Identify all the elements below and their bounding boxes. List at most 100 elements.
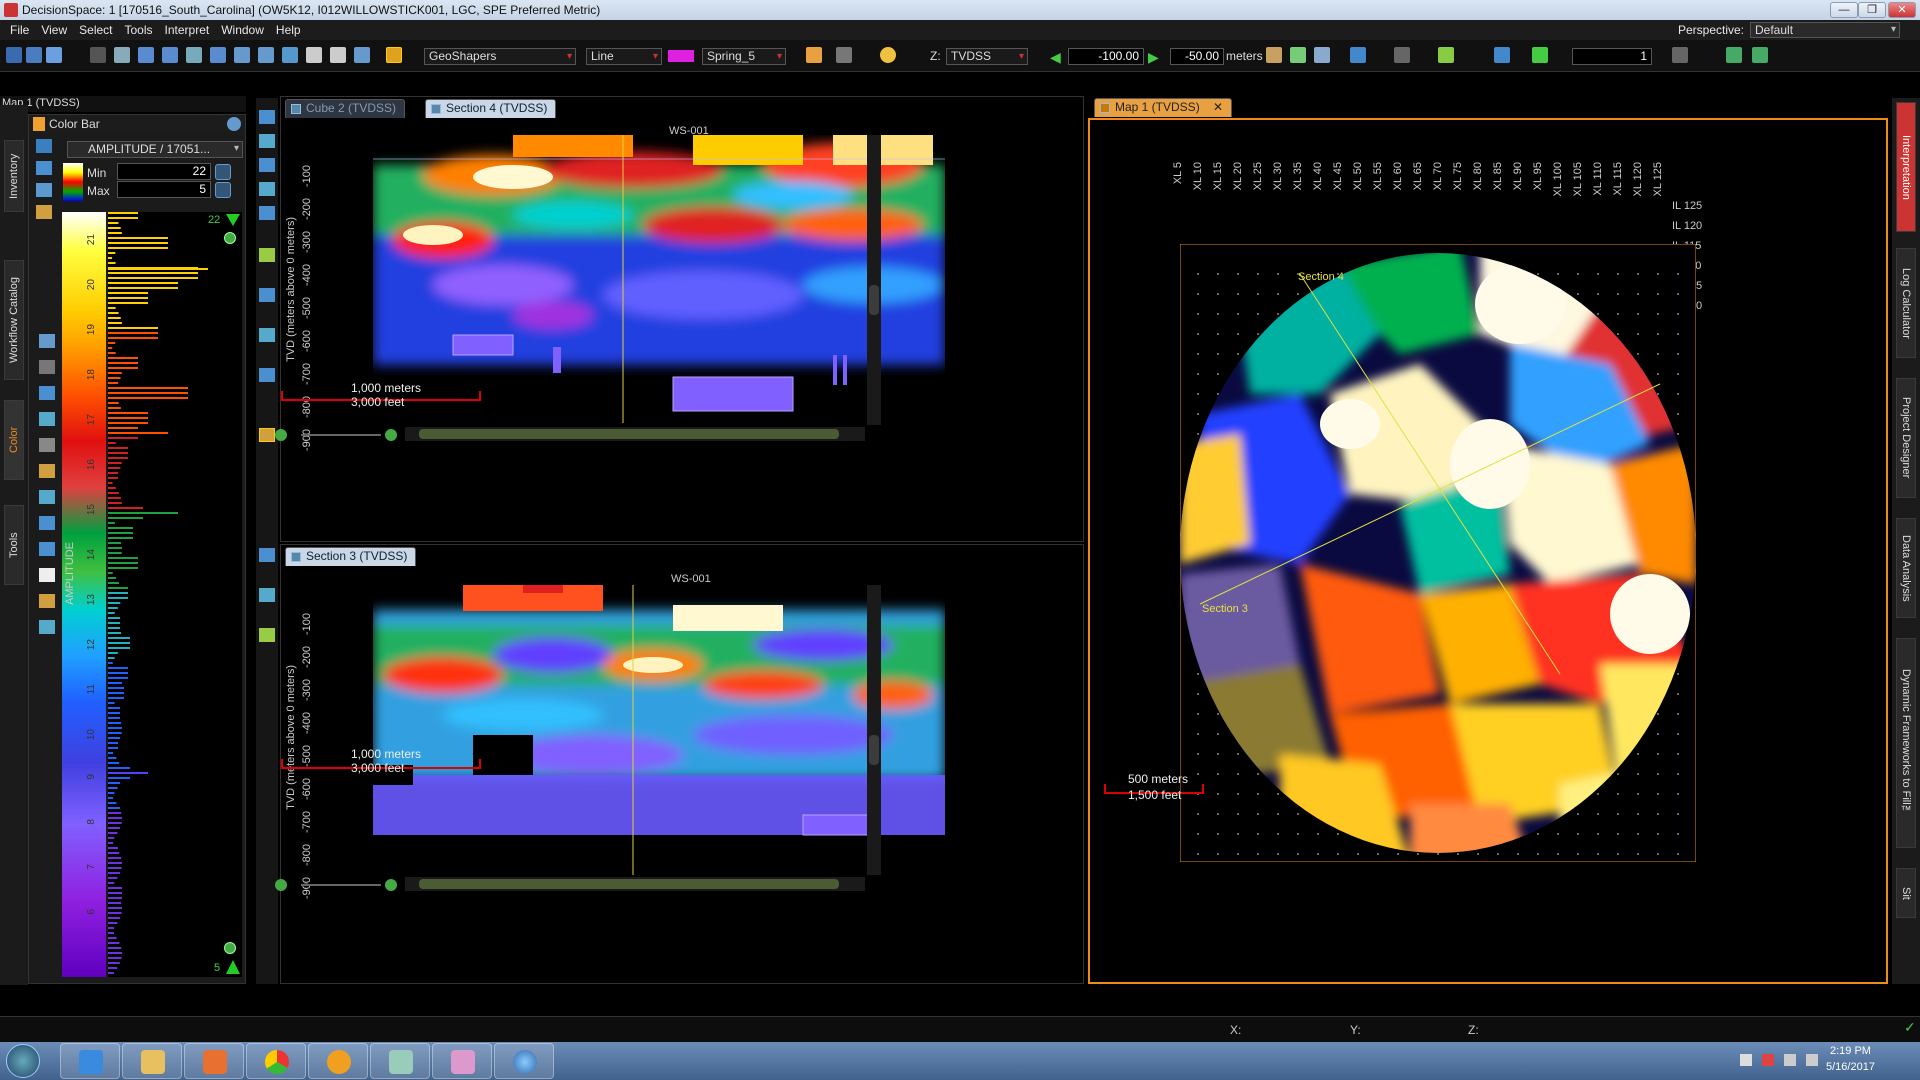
menu-help[interactable]: Help — [270, 23, 307, 37]
max-field[interactable]: 5 — [117, 181, 211, 198]
close-button[interactable]: ✕ — [1888, 2, 1916, 18]
taskbar-app5[interactable] — [308, 1043, 368, 1079]
zoom-in-icon[interactable] — [224, 232, 236, 244]
value-field[interactable]: 1 — [1572, 48, 1652, 65]
tool-icon[interactable] — [39, 334, 55, 348]
tab-section4[interactable]: Section 4 (TVDSS) — [425, 99, 557, 118]
bookmark-icon[interactable] — [1350, 47, 1366, 63]
tab-workflow-catalog[interactable]: Workflow Catalog — [4, 260, 24, 380]
tool-icon[interactable] — [330, 47, 346, 63]
tool-icon[interactable] — [138, 47, 154, 63]
taskbar-app6[interactable] — [370, 1043, 430, 1079]
tool-icon[interactable] — [39, 568, 55, 582]
menu-select[interactable]: Select — [73, 23, 118, 37]
menu-tools[interactable]: Tools — [119, 23, 159, 37]
tool-icon[interactable] — [259, 428, 275, 442]
tool-icon[interactable] — [259, 628, 275, 642]
zoom-in-icon[interactable] — [385, 879, 397, 891]
menu-window[interactable]: Window — [215, 23, 270, 37]
min-handle-icon[interactable] — [226, 960, 240, 974]
zoom-out-icon[interactable] — [275, 879, 287, 891]
tool-icon[interactable] — [162, 47, 178, 63]
tab-log-calculator[interactable]: Log Calculator — [1896, 248, 1916, 358]
tab-tools[interactable]: Tools — [4, 505, 24, 585]
tool-icon[interactable] — [39, 490, 55, 504]
taskbar-globe[interactable] — [494, 1043, 554, 1079]
new-icon[interactable] — [6, 47, 22, 63]
tool-icon[interactable] — [39, 386, 55, 400]
tool-icon[interactable] — [306, 47, 322, 63]
tool-icon[interactable] — [36, 205, 52, 219]
scroll-thumb[interactable] — [869, 735, 879, 765]
minimize-button[interactable]: — — [1830, 2, 1858, 18]
tray-network-icon[interactable] — [1784, 1054, 1796, 1066]
tool-icon[interactable] — [210, 47, 226, 63]
tool-icon[interactable] — [39, 412, 55, 426]
menu-interpret[interactable]: Interpret — [159, 23, 216, 37]
tool-icon[interactable] — [36, 161, 52, 175]
tool-icon[interactable] — [39, 620, 55, 634]
zoom-in-icon[interactable] — [385, 429, 397, 441]
tool-icon[interactable] — [354, 47, 370, 63]
tool-icon[interactable] — [1314, 47, 1330, 63]
min-field[interactable]: 22 — [117, 163, 211, 180]
tool-icon[interactable] — [259, 248, 275, 262]
tool-icon[interactable] — [39, 464, 55, 478]
tool-icon[interactable] — [90, 47, 106, 63]
tray-volume-icon[interactable] — [1806, 1054, 1818, 1066]
tool-icon[interactable] — [36, 183, 52, 197]
tool-icon[interactable] — [1290, 47, 1306, 63]
tab-interpretation[interactable]: Interpretation — [1896, 102, 1916, 232]
taskbar-ie[interactable] — [60, 1043, 120, 1079]
menu-view[interactable]: View — [35, 23, 73, 37]
section3-hscroll[interactable] — [405, 877, 865, 891]
slider-icon[interactable] — [1672, 47, 1688, 63]
zoom-out-icon[interactable] — [275, 429, 287, 441]
taskbar-chrome[interactable] — [246, 1043, 306, 1079]
tray-flag-icon[interactable] — [1762, 1054, 1774, 1066]
open-icon[interactable] — [26, 47, 42, 63]
tool-icon[interactable] — [259, 110, 275, 124]
section3-vscroll[interactable] — [867, 585, 881, 875]
tool-icon[interactable] — [1532, 47, 1548, 63]
section4-vscroll[interactable] — [867, 135, 881, 425]
sun-icon[interactable] — [880, 47, 896, 63]
scroll-thumb[interactable] — [419, 429, 839, 439]
tool-icon[interactable] — [39, 438, 55, 452]
tool-icon[interactable] — [1494, 47, 1510, 63]
tab-project-designer[interactable]: Project Designer — [1896, 378, 1916, 498]
section4-hscroll[interactable] — [405, 427, 865, 441]
refresh-icon[interactable] — [215, 164, 231, 180]
tool-icon[interactable] — [259, 134, 275, 148]
tab-sit[interactable]: Sit — [1896, 868, 1916, 918]
tool-icon[interactable] — [259, 288, 275, 302]
taskbar-explorer[interactable] — [122, 1043, 182, 1079]
redo-icon[interactable] — [836, 47, 852, 63]
line-dropdown[interactable]: Line — [586, 48, 662, 65]
pencil-icon[interactable] — [386, 47, 402, 63]
tool-icon[interactable] — [259, 158, 275, 172]
zoom-slider[interactable] — [301, 434, 381, 436]
tool-icon[interactable] — [186, 47, 202, 63]
tab-data-analysis[interactable]: Data Analysis — [1896, 518, 1916, 618]
tool-icon[interactable] — [259, 206, 275, 220]
tab-color[interactable]: Color — [4, 400, 24, 480]
crosshair-icon[interactable] — [1752, 47, 1768, 63]
tool-icon[interactable] — [39, 594, 55, 608]
menu-file[interactable]: File — [4, 23, 35, 37]
tab-section3[interactable]: Section 3 (TVDSS) — [285, 547, 417, 566]
max-handle-icon[interactable] — [226, 214, 240, 226]
tool-icon[interactable] — [114, 47, 130, 63]
tab-inventory[interactable]: Inventory — [4, 140, 24, 212]
tab-close-icon[interactable]: ✕ — [1213, 100, 1223, 114]
tray-arrow-icon[interactable] — [1740, 1054, 1752, 1066]
tool-icon[interactable] — [36, 139, 52, 153]
maximize-button[interactable]: ❐ — [1858, 2, 1886, 18]
save-icon[interactable] — [46, 47, 62, 63]
start-button[interactable] — [6, 1044, 40, 1078]
bookmark-icon[interactable] — [1394, 47, 1410, 63]
help-icon[interactable] — [227, 117, 241, 131]
zoom-slider[interactable] — [301, 884, 381, 886]
tab-dynamic-frameworks[interactable]: Dynamic Frameworks to Fill™ — [1896, 638, 1916, 848]
geoshapers-dropdown[interactable]: GeoShapers — [424, 48, 576, 65]
